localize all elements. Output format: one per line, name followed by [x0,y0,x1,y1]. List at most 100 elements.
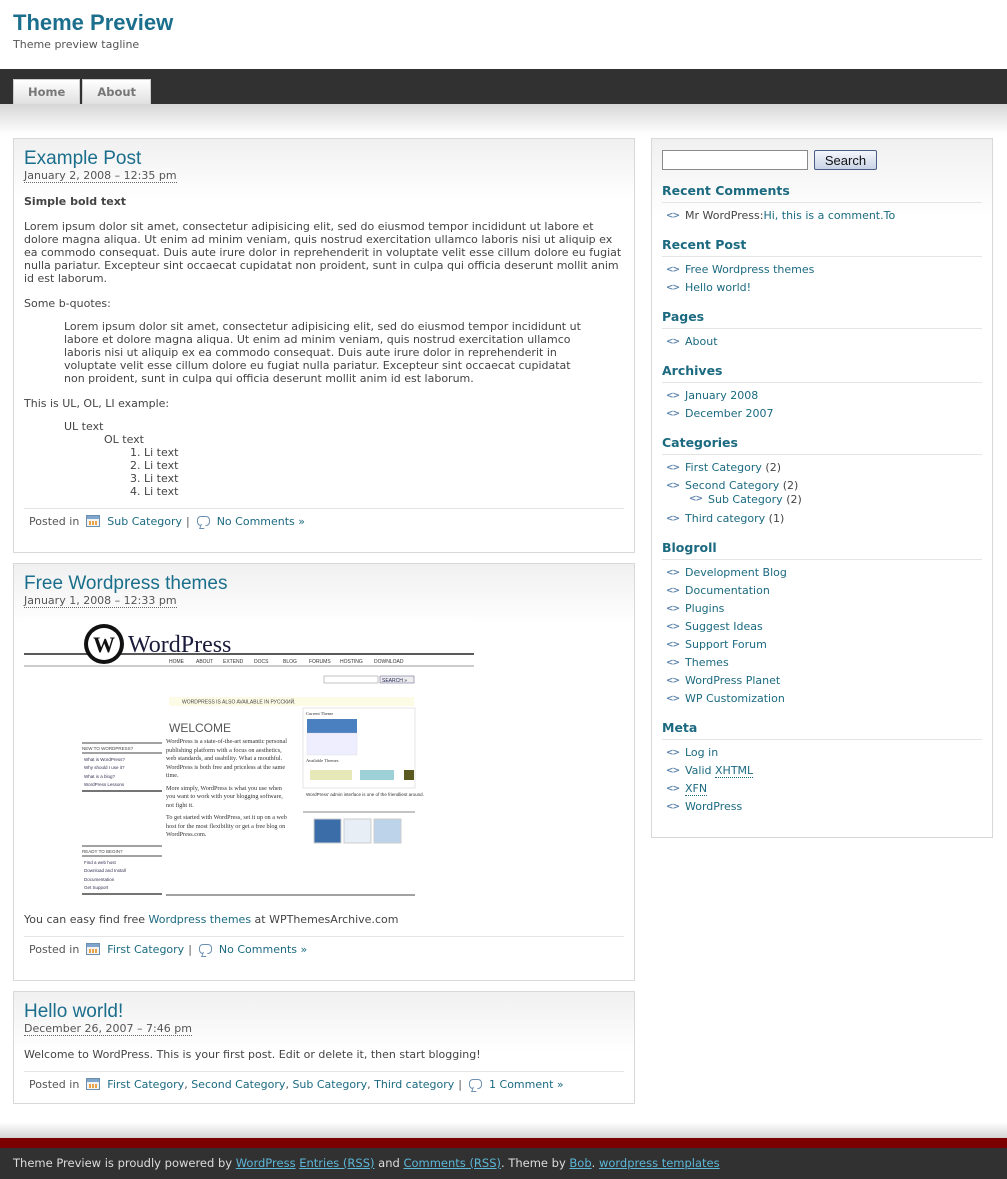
comments-link[interactable]: No Comments » [217,515,305,528]
double-chevron-icon: <> [666,463,680,473]
post-example: Example Post January 2, 2008 – 12:35 pm … [13,138,635,553]
list-item[interactable]: <> Documentation [662,582,982,600]
widget-title: Recent Post [662,237,982,257]
footer-accent-bar [0,1138,1007,1148]
list-item[interactable]: <> Support Forum [662,636,982,654]
posted-in-label: Posted in [29,943,80,956]
post-meta: Posted in Sub Category | No Comments » [24,508,624,538]
search-button[interactable]: Search [814,150,877,170]
footer-wordpress-link[interactable]: WordPress [236,1156,296,1170]
footer-entries-rss-link[interactable]: Entries (RSS) [299,1156,374,1170]
svg-text:WordPress' admin interface is: WordPress' admin interface is one of the… [306,792,424,797]
ul-text: UL text [64,420,104,433]
list-item[interactable]: <> December 2007 [662,405,982,423]
list-item[interactable]: <> Free Wordpress themes [662,261,982,279]
list-item[interactable]: <> Valid XHTML [662,762,982,780]
xfn-link[interactable]: XFN [685,782,708,796]
list-item[interactable]: <> Log in [662,744,982,762]
wp-logo-text: WordPress [128,632,231,658]
comments-link[interactable]: 1 Comment » [489,1078,564,1091]
wp-search-btn: SEARCH » [382,678,407,684]
list-item[interactable]: <> Suggest Ideas [662,618,982,636]
list-item[interactable]: <> Second Category (2) [662,479,982,493]
category-link[interactable]: Second Category [191,1078,285,1091]
nav-shadow [0,104,1007,134]
widget-title: Recent Comments [662,183,982,203]
category-link[interactable]: Third category [374,1078,454,1091]
list-item[interactable]: <> Plugins [662,600,982,618]
double-chevron-icon: <> [666,568,680,578]
widget-recent-comments: Recent Comments <> Mr WordPress: Hi, this … [662,183,982,225]
widget-title: Meta [662,720,982,740]
svg-text:What is a blog?: What is a blog? [84,774,116,779]
posted-in-label: Posted in [29,515,80,528]
svg-text:Download and Install: Download and Install [84,868,126,873]
site-title[interactable]: Theme Preview [13,10,1007,36]
search-input[interactable] [662,150,808,170]
post-title[interactable]: Hello world! [24,1001,123,1022]
list-item[interactable]: <> WordPress Planet [662,672,982,690]
double-chevron-icon: <> [666,784,680,794]
main-nav: Home About [0,69,1007,104]
double-chevron-icon: <> [666,481,680,491]
double-chevron-icon: <> [666,586,680,596]
list-item: Li text [144,446,624,459]
post-hello-world: Hello world! December 26, 2007 – 7:46 pm… [13,991,635,1104]
comment-icon [198,944,212,954]
list-item[interactable]: <> First Category (2) [662,459,982,477]
post-meta: Posted in First Category | No Comments » [24,936,624,966]
svg-text:What is WordPress?: What is WordPress? [84,757,125,762]
post-title[interactable]: Example Post [24,148,141,169]
list-item[interactable]: <> WordPress [662,798,982,816]
wordpress-logo-icon: W [84,624,124,664]
comments-link[interactable]: No Comments » [219,943,307,956]
category-link[interactable]: First Category [107,1078,184,1091]
nav-tab-about[interactable]: About [82,79,152,104]
list-item[interactable]: <> About [662,333,982,351]
list-item[interactable]: <> Themes [662,654,982,672]
double-chevron-icon: <> [666,514,680,524]
footer-templates-link[interactable]: wordpress templates [599,1156,720,1170]
nav-tab-home[interactable]: Home [13,79,81,104]
list-item[interactable]: <> Development Blog [662,564,982,582]
svg-text:WordPress Lessons: WordPress Lessons [84,782,125,787]
list-item[interactable]: <> XFN [662,780,982,798]
list-item[interactable]: <> Sub Category (2) [685,493,982,506]
widget-pages: Pages <> About [662,309,982,351]
calendar-icon [86,515,101,527]
double-chevron-icon: <> [666,694,680,704]
calendar-icon [86,1078,101,1090]
category-link[interactable]: Sub Category [292,1078,367,1091]
wp-menu-item: DOCS [254,659,269,665]
double-chevron-icon: <> [666,265,680,275]
double-chevron-icon: <> [689,494,703,504]
list-item[interactable]: <> WP Customization [662,690,982,708]
wordpress-themes-link[interactable]: Wordpress themes [149,913,252,926]
wordpress-screenshot-image: W WordPress HOME ABOUT EXTEND DOCS BLOG FORUM… [24,620,474,905]
comment-link[interactable]: Hi, this is a comment.To [763,207,895,225]
svg-text:Documentation: Documentation [84,877,115,882]
list-item[interactable]: <> January 2008 [662,387,982,405]
post-paragraph: Welcome to WordPress. This is your first… [24,1048,481,1061]
double-chevron-icon: <> [666,622,680,632]
footer-comments-rss-link[interactable]: Comments (RSS) [403,1156,501,1170]
ol-text: OL text [104,433,144,446]
xhtml-link[interactable]: XHTML [715,764,754,778]
widget-categories: Categories <> First Category (2) <> Second… [662,435,982,528]
category-link[interactable]: First Category [107,943,184,956]
list-item[interactable]: <> Hello world! [662,279,982,297]
wordpress-link[interactable]: WordPress [685,798,742,816]
svg-text:W: W [93,632,115,657]
footer-bob-link[interactable]: Bob [569,1156,591,1170]
post-date: December 26, 2007 – 7:46 pm [24,1022,192,1036]
category-link[interactable]: Sub Category [107,515,182,528]
comment-icon [469,1079,483,1089]
post-title[interactable]: Free Wordpress themes [24,573,227,594]
list-item: <> Mr WordPress: Hi, this is a comment.To [662,207,982,225]
site-tagline: Theme preview tagline [13,38,140,51]
list-item[interactable]: <> Third category (1) [662,510,982,528]
wp-menu-item: EXTEND [223,659,244,665]
post-date: January 2, 2008 – 12:35 pm [24,169,177,183]
svg-text:Available Themes: Available Themes [306,758,339,763]
login-link[interactable]: Log in [685,744,718,762]
